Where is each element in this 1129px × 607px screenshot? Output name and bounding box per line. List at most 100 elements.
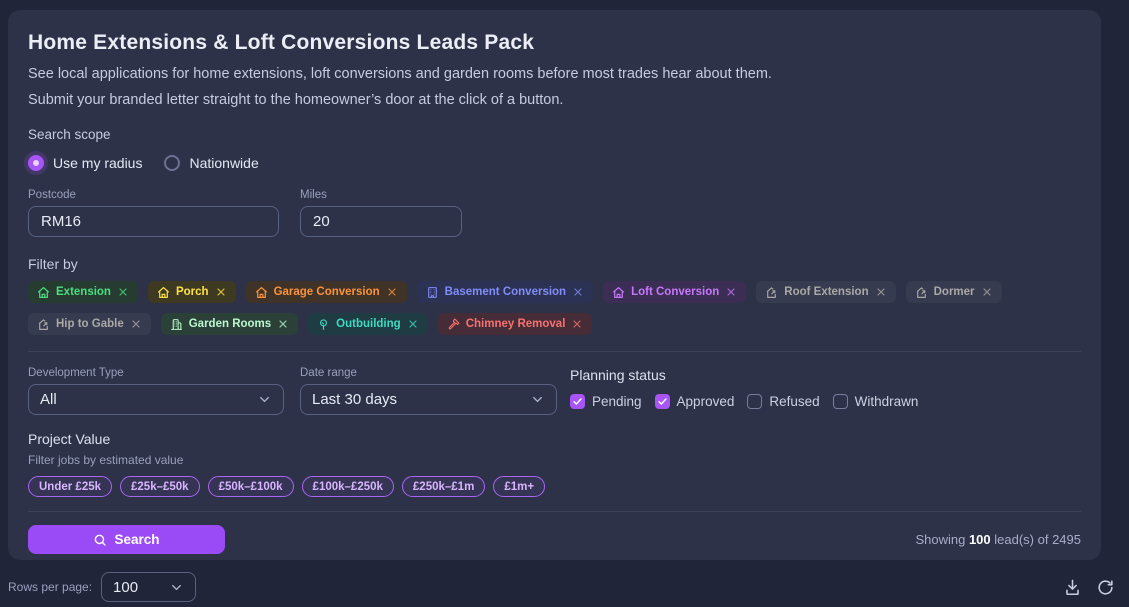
filter-chip-chimney-removal[interactable]: Chimney Removal (438, 313, 593, 335)
filter-chip-garden-rooms[interactable]: Garden Rooms (161, 313, 298, 335)
checkbox-pending[interactable]: Pending (570, 394, 642, 409)
pill-250k-1m[interactable]: £250k–£1m (402, 476, 485, 497)
location-inputs: Postcode Miles (28, 189, 1081, 237)
filter-chip-garage-conversion[interactable]: Garage Conversion (246, 281, 407, 303)
rows-per-page-select[interactable]: 100 (101, 572, 196, 602)
postcode-input[interactable] (28, 206, 279, 237)
miles-input[interactable] (300, 206, 462, 237)
checkbox-icon[interactable] (655, 394, 670, 409)
filter-chip-roof-extension[interactable]: Roof Extension (756, 281, 895, 303)
pill-25k-50k[interactable]: £25k–£50k (120, 476, 200, 497)
download-icon[interactable] (1063, 578, 1082, 597)
chip-label: Roof Extension (784, 286, 868, 298)
rows-per-page-value: 100 (113, 579, 138, 596)
chip-label: Porch (176, 286, 209, 298)
date-range-label: Date range (300, 367, 557, 379)
development-type-label: Development Type (28, 367, 284, 379)
divider (28, 351, 1081, 352)
pill-1m-plus[interactable]: £1m+ (493, 476, 545, 497)
chip-label: Outbuilding (336, 318, 401, 330)
development-type-value: All (40, 391, 57, 408)
checkbox-label: Pending (592, 394, 642, 409)
radio-label: Use my radius (53, 155, 142, 171)
chip-label: Garage Conversion (274, 286, 380, 298)
leads-pack-card: Home Extensions & Loft Conversions Leads… (8, 10, 1101, 560)
filter-chip-extension[interactable]: Extension (28, 281, 138, 303)
remove-chip-icon[interactable] (725, 286, 737, 298)
development-type-select[interactable]: All (28, 384, 284, 415)
planning-status-label: Planning status (570, 367, 918, 383)
remove-chip-icon[interactable] (215, 286, 227, 298)
results-suffix: lead(s) of 2495 (994, 532, 1081, 547)
card-footer: Search Showing 100 lead(s) of 2495 (28, 525, 1081, 554)
house-arrow-icon (915, 286, 928, 299)
date-range-select[interactable]: Last 30 days (300, 384, 557, 415)
house-arrow-icon (765, 286, 778, 299)
search-scope-options: Use my radius Nationwide (28, 155, 1081, 171)
checkbox-refused[interactable]: Refused (747, 394, 819, 409)
remove-chip-icon[interactable] (130, 318, 142, 330)
checkbox-icon[interactable] (570, 394, 585, 409)
hammer-icon (447, 318, 460, 331)
building-icon (426, 286, 439, 299)
refresh-icon[interactable] (1096, 578, 1115, 597)
checkbox-icon[interactable] (747, 394, 762, 409)
remove-chip-icon[interactable] (571, 318, 583, 330)
filter-chip-porch[interactable]: Porch (148, 281, 236, 303)
home-icon (157, 286, 170, 299)
radio-use-my-radius[interactable]: Use my radius (28, 155, 142, 171)
pill-100k-250k[interactable]: £100k–£250k (302, 476, 394, 497)
remove-chip-icon[interactable] (875, 286, 887, 298)
miles-label: Miles (300, 189, 462, 201)
radio-circle-icon[interactable] (28, 155, 44, 171)
divider (28, 511, 1081, 512)
chevron-down-icon (169, 580, 184, 595)
page-subtitle-2: Submit your branded letter straight to t… (28, 92, 1081, 108)
postcode-label: Postcode (28, 189, 279, 201)
filter-chip-basement-conversion[interactable]: Basement Conversion (417, 281, 593, 303)
home-icon (255, 286, 268, 299)
planning-status-options: Pending Approved Refused Withdrawn (570, 394, 918, 409)
radio-circle-icon[interactable] (164, 155, 180, 171)
filter-chips: Extension Porch Garage Conversion Baseme… (28, 281, 1008, 335)
house-arrow-icon (37, 318, 50, 331)
radio-label: Nationwide (189, 155, 258, 171)
page-subtitle-1: See local applications for home extensio… (28, 66, 1081, 82)
checkbox-withdrawn[interactable]: Withdrawn (833, 394, 919, 409)
filter-chip-loft-conversion[interactable]: Loft Conversion (603, 281, 746, 303)
project-value-sublabel: Filter jobs by estimated value (28, 453, 1081, 467)
chevron-down-icon (530, 392, 545, 407)
remove-chip-icon[interactable] (572, 286, 584, 298)
home-icon (612, 286, 625, 299)
results-summary: Showing 100 lead(s) of 2495 (915, 532, 1081, 547)
chip-label: Dormer (934, 286, 975, 298)
remove-chip-icon[interactable] (277, 318, 289, 330)
remove-chip-icon[interactable] (386, 286, 398, 298)
chip-label: Chimney Removal (466, 318, 566, 330)
checkbox-icon[interactable] (833, 394, 848, 409)
search-button[interactable]: Search (28, 525, 225, 554)
page-title: Home Extensions & Loft Conversions Leads… (28, 31, 1081, 55)
filter-chip-outbuilding[interactable]: Outbuilding (308, 313, 428, 335)
chip-label: Extension (56, 286, 111, 298)
tree-icon (317, 318, 330, 331)
filter-chip-dormer[interactable]: Dormer (906, 281, 1002, 303)
radio-nationwide[interactable]: Nationwide (164, 155, 258, 171)
filter-chip-hip-to-gable[interactable]: Hip to Gable (28, 313, 151, 335)
remove-chip-icon[interactable] (117, 286, 129, 298)
search-scope-label: Search scope (28, 127, 1081, 142)
remove-chip-icon[interactable] (981, 286, 993, 298)
results-prefix: Showing (915, 532, 965, 547)
remove-chip-icon[interactable] (407, 318, 419, 330)
project-value-options: Under £25k £25k–£50k £50k–£100k £100k–£2… (28, 476, 1081, 497)
filters-secondary-row: Development Type All Date range Last 30 … (28, 367, 1081, 415)
pill-50k-100k[interactable]: £50k–£100k (208, 476, 294, 497)
building-2-icon (170, 318, 183, 331)
chip-label: Hip to Gable (56, 318, 124, 330)
checkbox-approved[interactable]: Approved (655, 394, 735, 409)
checkbox-label: Withdrawn (855, 394, 919, 409)
search-icon (93, 533, 107, 547)
filter-by-label: Filter by (28, 256, 1081, 272)
table-actions (1063, 578, 1115, 597)
pill-under-25k[interactable]: Under £25k (28, 476, 112, 497)
